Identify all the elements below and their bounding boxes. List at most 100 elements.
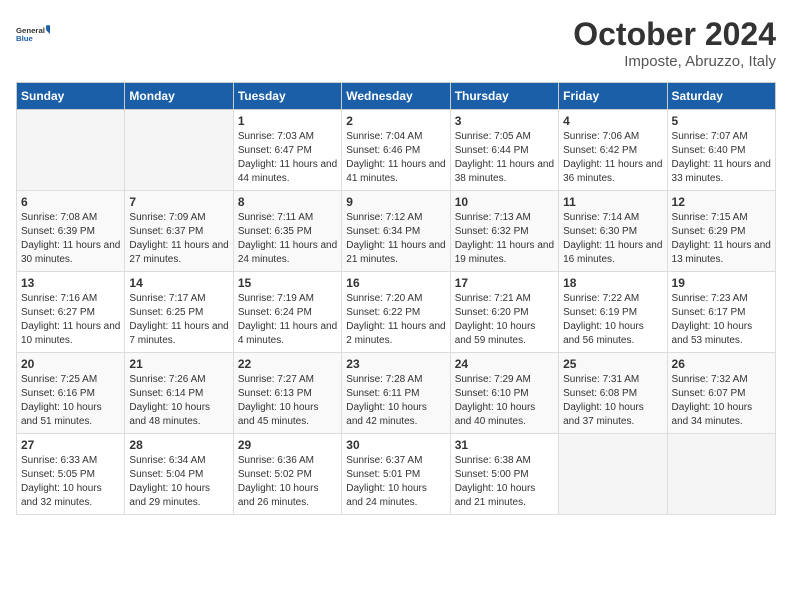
day-info: Sunrise: 7:28 AM Sunset: 6:11 PM Dayligh… xyxy=(346,373,445,429)
week-row-5: 27 Sunrise: 6:33 AM Sunset: 5:05 PM Dayli… xyxy=(17,434,776,515)
day-info: Sunrise: 7:25 AM Sunset: 6:16 PM Dayligh… xyxy=(21,373,120,429)
day-info: Sunrise: 7:13 AM Sunset: 6:32 PM Dayligh… xyxy=(455,211,554,267)
week-row-3: 13 Sunrise: 7:16 AM Sunset: 6:27 PM Dayli… xyxy=(17,272,776,353)
day-info: Sunrise: 7:04 AM Sunset: 6:46 PM Dayligh… xyxy=(346,130,445,186)
day-number: 10 xyxy=(455,195,554,209)
day-number: 14 xyxy=(129,276,228,290)
page-header: General Blue October 2024 Imposte, Abruz… xyxy=(16,16,776,70)
day-number: 6 xyxy=(21,195,120,209)
day-info: Sunrise: 7:20 AM Sunset: 6:22 PM Dayligh… xyxy=(346,292,445,348)
day-cell xyxy=(667,434,775,515)
day-number: 25 xyxy=(563,357,662,371)
day-cell: 4Sunrise: 7:06 AM Sunset: 6:42 PM Daylig… xyxy=(559,110,667,191)
week-row-1: 1 Sunrise: 7:03 AM Sunset: 6:47 PM Daylig… xyxy=(17,110,776,191)
title-block: October 2024 Imposte, Abruzzo, Italy xyxy=(573,16,776,70)
day-number: 24 xyxy=(455,357,554,371)
day-cell: 31 Sunrise: 6:38 AM Sunset: 5:00 PM Dayli… xyxy=(450,434,558,515)
day-info: Sunrise: 7:29 AM Sunset: 6:10 PM Dayligh… xyxy=(455,373,554,429)
day-info: Sunrise: 6:38 AM Sunset: 5:00 PM Dayligh… xyxy=(455,454,554,510)
day-info: Sunrise: 7:31 AM Sunset: 6:08 PM Dayligh… xyxy=(563,373,662,429)
day-cell: 16 Sunrise: 7:20 AM Sunset: 6:22 PM Dayli… xyxy=(342,272,450,353)
day-number: 26 xyxy=(672,357,771,371)
day-info: Sunrise: 7:19 AM Sunset: 6:24 PM Dayligh… xyxy=(238,292,337,348)
day-number: 19 xyxy=(672,276,771,290)
day-number: 23 xyxy=(346,357,445,371)
header-sunday: Sunday xyxy=(17,83,125,110)
day-cell: 29Sunrise: 6:36 AM Sunset: 5:02 PM Dayli… xyxy=(233,434,341,515)
day-number: 18 xyxy=(563,276,662,290)
day-number: 13 xyxy=(21,276,120,290)
week-row-4: 20 Sunrise: 7:25 AM Sunset: 6:16 PM Dayli… xyxy=(17,353,776,434)
day-info: Sunrise: 7:16 AM Sunset: 6:27 PM Dayligh… xyxy=(21,292,120,348)
day-number: 12 xyxy=(672,195,771,209)
day-cell: 23 Sunrise: 7:28 AM Sunset: 6:11 PM Dayli… xyxy=(342,353,450,434)
day-cell: 10 Sunrise: 7:13 AM Sunset: 6:32 PM Dayli… xyxy=(450,191,558,272)
header-friday: Friday xyxy=(559,83,667,110)
day-info: Sunrise: 7:15 AM Sunset: 6:29 PM Dayligh… xyxy=(672,211,771,267)
day-info: Sunrise: 6:34 AM Sunset: 5:04 PM Dayligh… xyxy=(129,454,228,510)
day-number: 22 xyxy=(238,357,337,371)
header-thursday: Thursday xyxy=(450,83,558,110)
day-cell: 27 Sunrise: 6:33 AM Sunset: 5:05 PM Dayli… xyxy=(17,434,125,515)
day-cell: 17Sunrise: 7:21 AM Sunset: 6:20 PM Dayli… xyxy=(450,272,558,353)
day-cell: 28 Sunrise: 6:34 AM Sunset: 5:04 PM Dayli… xyxy=(125,434,233,515)
day-info: Sunrise: 6:37 AM Sunset: 5:01 PM Dayligh… xyxy=(346,454,445,510)
day-number: 20 xyxy=(21,357,120,371)
day-info: Sunrise: 7:14 AM Sunset: 6:30 PM Dayligh… xyxy=(563,211,662,267)
header-saturday: Saturday xyxy=(667,83,775,110)
day-number: 31 xyxy=(455,438,554,452)
day-number: 2 xyxy=(346,114,445,128)
day-cell: 1 Sunrise: 7:03 AM Sunset: 6:47 PM Daylig… xyxy=(233,110,341,191)
day-cell xyxy=(559,434,667,515)
day-info: Sunrise: 7:12 AM Sunset: 6:34 PM Dayligh… xyxy=(346,211,445,267)
day-cell: 25 Sunrise: 7:31 AM Sunset: 6:08 PM Dayli… xyxy=(559,353,667,434)
month-title: October 2024 xyxy=(573,16,776,53)
day-number: 27 xyxy=(21,438,120,452)
day-info: Sunrise: 7:06 AM Sunset: 6:42 PM Dayligh… xyxy=(563,130,662,186)
header-wednesday: Wednesday xyxy=(342,83,450,110)
day-number: 17 xyxy=(455,276,554,290)
day-info: Sunrise: 7:22 AM Sunset: 6:19 PM Dayligh… xyxy=(563,292,662,348)
logo: General Blue xyxy=(16,16,50,52)
day-cell: 24 Sunrise: 7:29 AM Sunset: 6:10 PM Dayli… xyxy=(450,353,558,434)
day-cell: 26 Sunrise: 7:32 AM Sunset: 6:07 PM Dayli… xyxy=(667,353,775,434)
day-number: 8 xyxy=(238,195,337,209)
day-number: 29 xyxy=(238,438,337,452)
day-info: Sunrise: 7:03 AM Sunset: 6:47 PM Dayligh… xyxy=(238,130,337,186)
day-cell: 22 Sunrise: 7:27 AM Sunset: 6:13 PM Dayli… xyxy=(233,353,341,434)
calendar-table: SundayMondayTuesdayWednesdayThursdayFrid… xyxy=(16,82,776,515)
day-number: 30 xyxy=(346,438,445,452)
header-tuesday: Tuesday xyxy=(233,83,341,110)
header-monday: Monday xyxy=(125,83,233,110)
day-info: Sunrise: 7:26 AM Sunset: 6:14 PM Dayligh… xyxy=(129,373,228,429)
day-number: 3 xyxy=(455,114,554,128)
day-cell: 2 Sunrise: 7:04 AM Sunset: 6:46 PM Daylig… xyxy=(342,110,450,191)
day-cell: 13 Sunrise: 7:16 AM Sunset: 6:27 PM Dayli… xyxy=(17,272,125,353)
day-number: 9 xyxy=(346,195,445,209)
day-info: Sunrise: 6:33 AM Sunset: 5:05 PM Dayligh… xyxy=(21,454,120,510)
day-cell: 3 Sunrise: 7:05 AM Sunset: 6:44 PM Daylig… xyxy=(450,110,558,191)
day-cell: 11 Sunrise: 7:14 AM Sunset: 6:30 PM Dayli… xyxy=(559,191,667,272)
day-cell: 21Sunrise: 7:26 AM Sunset: 6:14 PM Dayli… xyxy=(125,353,233,434)
day-cell: 8Sunrise: 7:11 AM Sunset: 6:35 PM Daylig… xyxy=(233,191,341,272)
day-cell xyxy=(125,110,233,191)
day-info: Sunrise: 7:05 AM Sunset: 6:44 PM Dayligh… xyxy=(455,130,554,186)
day-number: 28 xyxy=(129,438,228,452)
day-cell: 5 Sunrise: 7:07 AM Sunset: 6:40 PM Daylig… xyxy=(667,110,775,191)
day-cell xyxy=(17,110,125,191)
day-cell: 30 Sunrise: 6:37 AM Sunset: 5:01 PM Dayli… xyxy=(342,434,450,515)
day-cell: 15Sunrise: 7:19 AM Sunset: 6:24 PM Dayli… xyxy=(233,272,341,353)
day-number: 11 xyxy=(563,195,662,209)
day-number: 5 xyxy=(672,114,771,128)
location: Imposte, Abruzzo, Italy xyxy=(573,53,776,70)
day-cell: 19 Sunrise: 7:23 AM Sunset: 6:17 PM Dayli… xyxy=(667,272,775,353)
day-info: Sunrise: 7:27 AM Sunset: 6:13 PM Dayligh… xyxy=(238,373,337,429)
day-info: Sunrise: 7:23 AM Sunset: 6:17 PM Dayligh… xyxy=(672,292,771,348)
day-number: 1 xyxy=(238,114,337,128)
day-info: Sunrise: 7:32 AM Sunset: 6:07 PM Dayligh… xyxy=(672,373,771,429)
week-row-2: 6Sunrise: 7:08 AM Sunset: 6:39 PM Daylig… xyxy=(17,191,776,272)
day-number: 16 xyxy=(346,276,445,290)
day-cell: 6Sunrise: 7:08 AM Sunset: 6:39 PM Daylig… xyxy=(17,191,125,272)
day-info: Sunrise: 7:17 AM Sunset: 6:25 PM Dayligh… xyxy=(129,292,228,348)
day-info: Sunrise: 7:07 AM Sunset: 6:40 PM Dayligh… xyxy=(672,130,771,186)
